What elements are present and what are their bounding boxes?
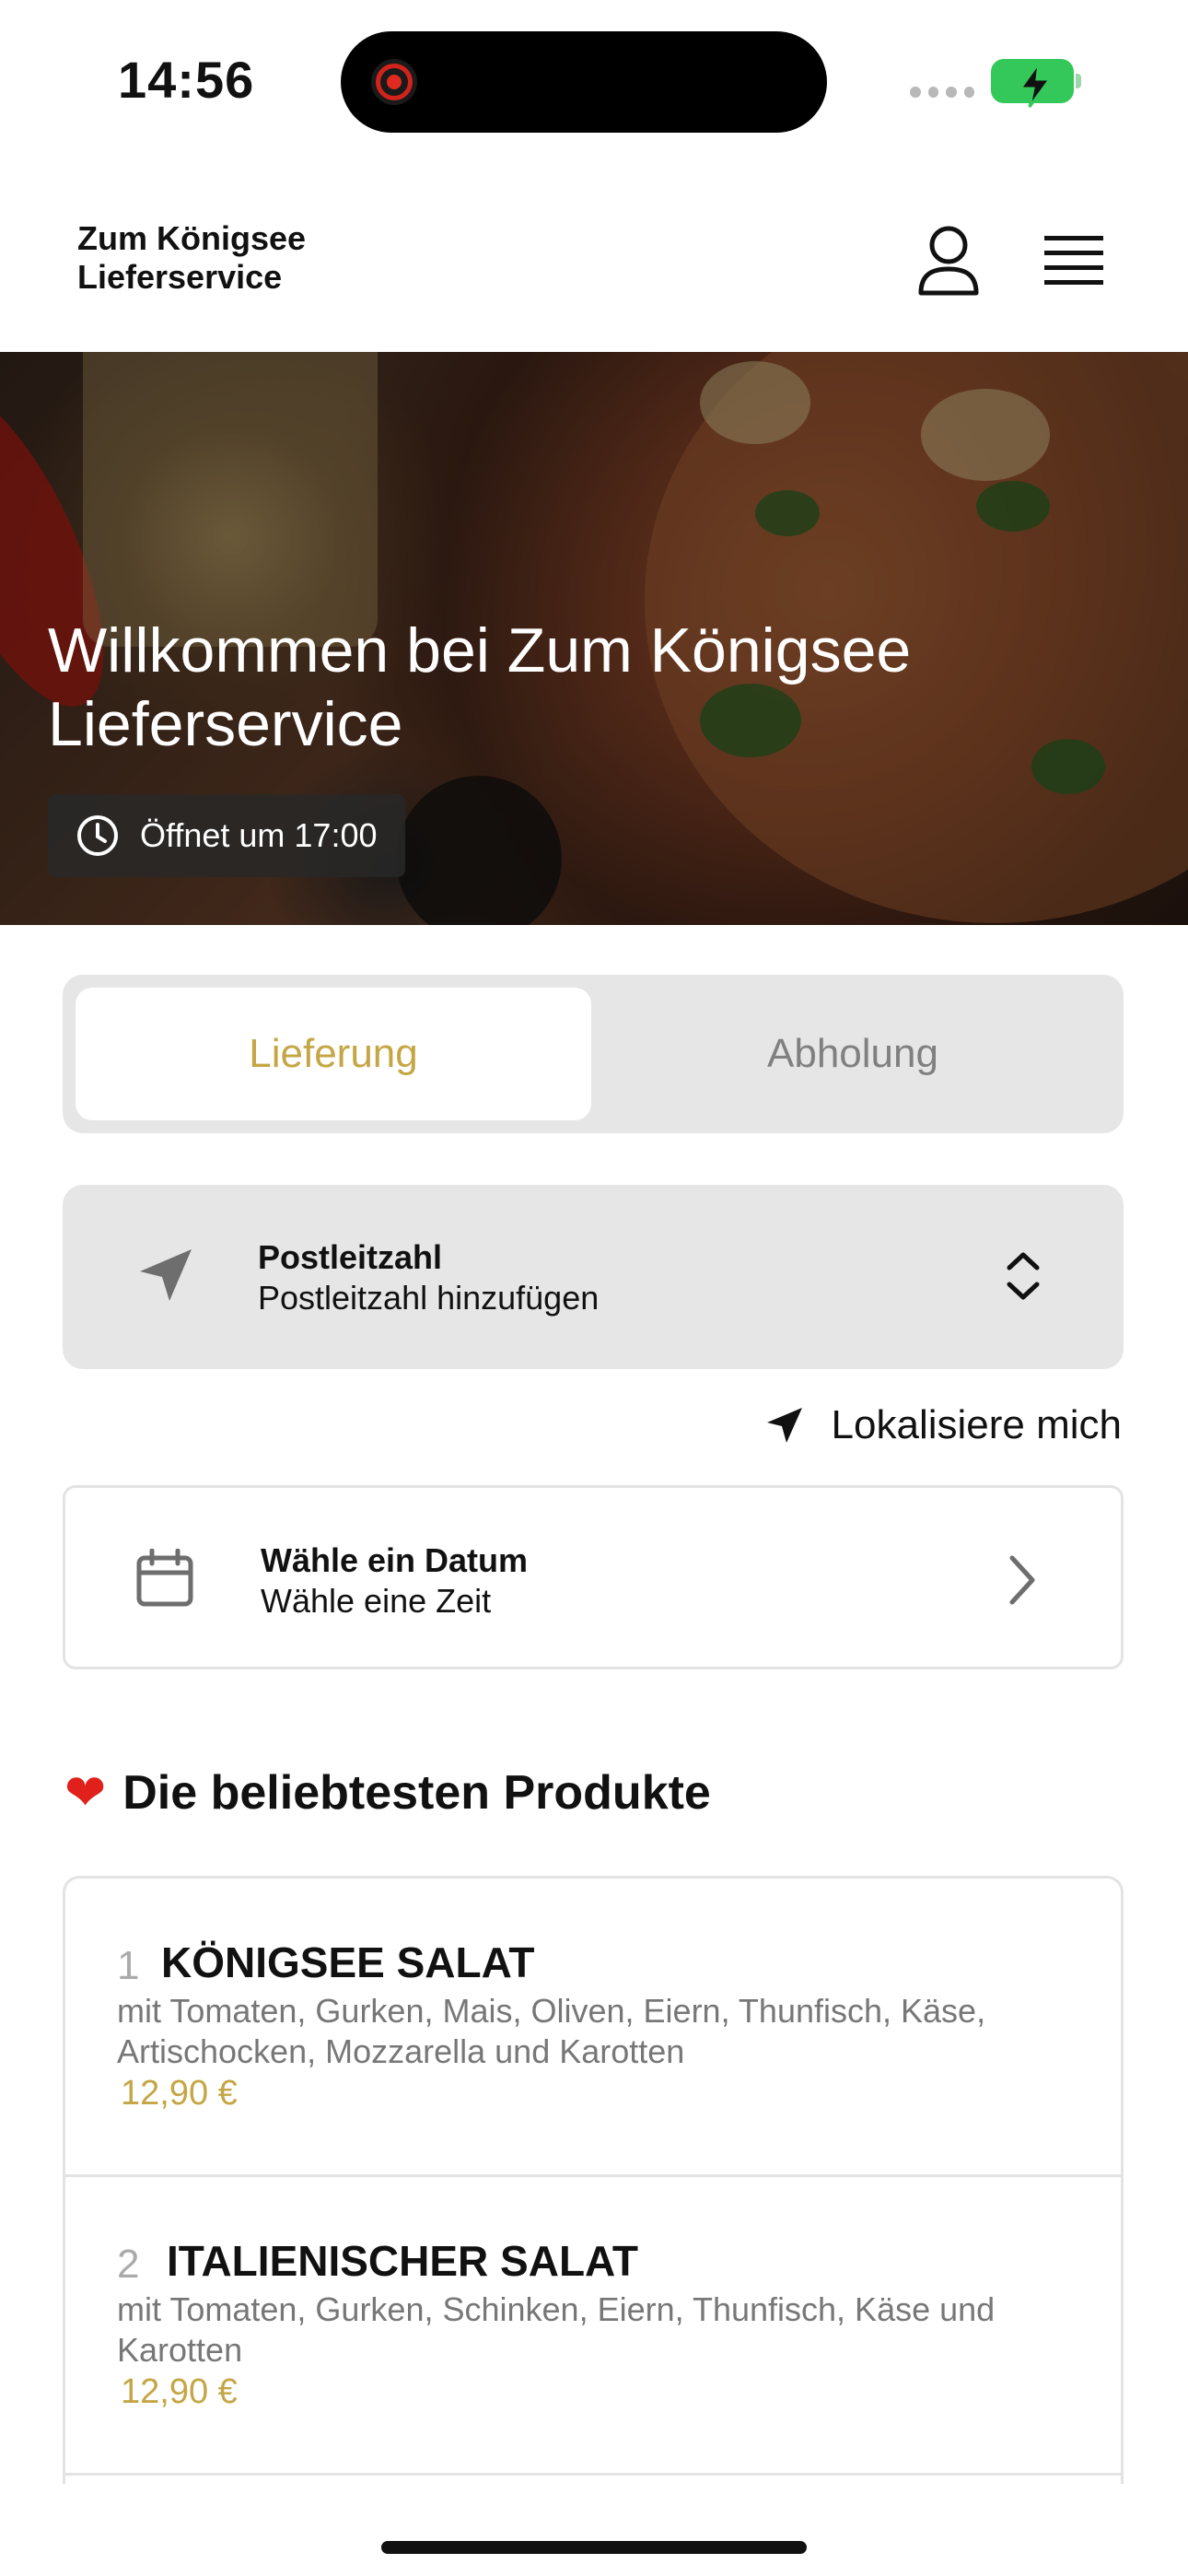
- tab-pickup[interactable]: Abholung: [595, 988, 1111, 1120]
- hero-banner: Willkommen bei Zum Königsee Lieferservic…: [0, 352, 1188, 925]
- product-name: KÖNIGSEE SALAT: [161, 1938, 535, 1986]
- app-header: Zum Königsee Lieferservice: [0, 166, 1188, 352]
- date-label: Wähle ein Datum: [261, 1541, 529, 1579]
- hero-title: Willkommen bei Zum Königsee Lieferservic…: [48, 615, 912, 759]
- product-rank: 2: [117, 2242, 140, 2287]
- chevron-up-down-icon: [1007, 1252, 1040, 1300]
- product-item[interactable]: 2 ITALIENISCHER SALAT mit Tomaten, Gurke…: [65, 2177, 1121, 2476]
- product-item[interactable]: 1 KÖNIGSEE SALAT mit Tomaten, Gurken, Ma…: [65, 1879, 1121, 2177]
- product-name: ITALIENISCHER SALAT: [167, 2237, 638, 2285]
- brand-line-1: Zum Königsee: [77, 219, 307, 257]
- postcode-selector[interactable]: Postleitzahl Postleitzahl hinzufügen: [63, 1185, 1124, 1369]
- delivery-mode-toggle: Lieferung Abholung: [63, 975, 1124, 1133]
- heart-icon: ❤: [64, 1765, 107, 1821]
- popular-products-list: 1 KÖNIGSEE SALAT mit Tomaten, Gurken, Ma…: [63, 1876, 1124, 2484]
- user-account-icon[interactable]: [915, 225, 982, 297]
- popular-products-heading: ❤ Die beliebtesten Produkte: [64, 1765, 711, 1821]
- opening-hours-text: Öffnet um 17:00: [140, 816, 378, 854]
- location-arrow-icon: [766, 1408, 802, 1443]
- home-indicator[interactable]: [381, 2541, 807, 2554]
- dynamic-island: [341, 31, 827, 133]
- cellular-signal-icon: [910, 87, 974, 100]
- recording-indicator-icon: [371, 59, 417, 105]
- opening-hours-badge: Öffnet um 17:00: [48, 794, 405, 877]
- postcode-label: Postleitzahl: [258, 1238, 443, 1276]
- product-description: mit Tomaten, Gurken, Mais, Oliven, Eiern…: [117, 1992, 986, 2070]
- locate-me-label: Lokalisiere mich: [831, 1402, 1122, 1447]
- product-price: 12,90 €: [121, 2074, 238, 2113]
- popular-products-title: Die beliebtesten Produkte: [122, 1766, 711, 1820]
- product-rank: 1: [117, 1943, 140, 1988]
- battery-charging-icon: [991, 59, 1081, 108]
- postcode-placeholder: Postleitzahl hinzufügen: [258, 1279, 600, 1317]
- locate-me-button[interactable]: Lokalisiere mich: [763, 1402, 1122, 1448]
- status-time: 14:56: [118, 51, 255, 109]
- location-arrow-icon: [140, 1249, 192, 1301]
- product-description: mit Tomaten, Gurken, Schinken, Eiern, Th…: [117, 2290, 996, 2369]
- hamburger-menu-icon[interactable]: [1041, 230, 1107, 289]
- time-label: Wähle eine Zeit: [261, 1582, 492, 1620]
- tab-delivery[interactable]: Lieferung: [76, 988, 591, 1120]
- product-price: 12,90 €: [121, 2372, 238, 2411]
- date-time-picker[interactable]: Wähle ein Datum Wähle eine Zeit: [63, 1485, 1124, 1669]
- status-bar: 14:56: [0, 0, 1188, 166]
- calendar-icon: [136, 1549, 193, 1607]
- brand-name[interactable]: Zum Königsee Lieferservice: [77, 219, 306, 297]
- brand-line-2: Lieferservice: [77, 258, 283, 296]
- chevron-right-icon: [1009, 1555, 1035, 1605]
- clock-icon: [77, 815, 118, 856]
